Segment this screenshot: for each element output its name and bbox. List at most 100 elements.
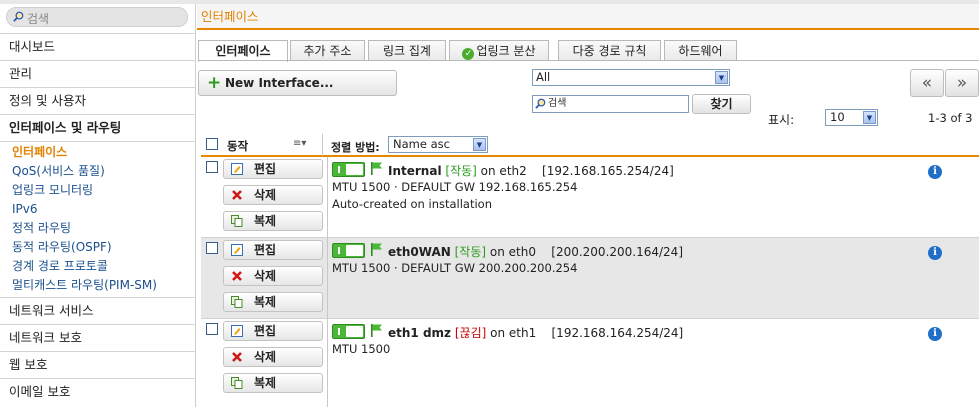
clone-icon [231,377,243,389]
filter-value: All [536,70,551,84]
interface-toggle[interactable] [332,324,365,339]
edit-button[interactable]: 편집 [223,321,323,341]
search-icon [535,98,546,109]
table-header: 동작 ≡▾ 정렬 방법: Name asc ▼ [201,134,979,157]
interface-status: [작동] [445,164,477,178]
sidebar-search-input[interactable]: 검색 [6,7,188,27]
interface-summary: eth0WAN [작동] on eth0 [200.200.200.164/24… [388,243,683,260]
row-checkbox[interactable] [206,242,218,254]
tab-multipath-rules[interactable]: 다중 경로 규칙 [558,40,661,61]
sidebar-item-network-protection[interactable]: 네트워크 보호 [0,324,196,351]
tab-link-aggregation[interactable]: 링크 집계 [368,40,446,61]
delete-button[interactable]: 삭제 [223,185,323,205]
show-label: 표시: [768,113,795,127]
interface-port: on eth2 [480,164,527,178]
sidebar-subitem-multicast[interactable]: 멀티캐스트 라우팅(PIM-SM) [12,276,196,295]
clone-label: 복제 [254,295,277,309]
clone-button[interactable]: 복제 [223,373,323,393]
clone-icon [231,296,243,308]
delete-icon [232,190,242,200]
flag-icon [371,243,382,256]
interface-address: [192.168.165.254/24] [542,164,674,178]
edit-button[interactable]: 편집 [223,159,323,179]
column-divider [327,157,328,238]
edit-label: 편집 [254,243,277,257]
info-icon[interactable]: i [928,327,942,341]
interface-name[interactable]: eth1 dmz [388,326,451,340]
sidebar-item-management[interactable]: 관리 [0,60,196,87]
filter-select[interactable]: All ▼ [532,69,730,86]
page-size-select[interactable]: 10 ▼ [825,109,878,126]
clone-button[interactable]: 복제 [223,211,323,231]
edit-icon [231,244,243,256]
interface-address: [192.168.164.254/24] [551,326,684,340]
info-icon[interactable]: i [928,246,942,260]
tab-uplink-balancing-label: 업링크 분산 [476,44,536,58]
tab-interfaces[interactable]: 인터페이스 [198,40,288,62]
table-row: 편집 삭제 복제 eth1 dmz [끊김] on eth1 [192.168.… [201,319,979,407]
interface-summary: Internal [작동] on eth2 [192.168.165.254/2… [388,162,674,179]
interface-port: on eth1 [490,326,537,340]
interface-address: [200.200.200.164/24] [551,245,684,259]
interface-toggle[interactable] [332,162,365,177]
sidebar-subitem-uplink-monitoring[interactable]: 업링크 모니터링 [12,181,196,200]
sidebar-item-dashboard[interactable]: 대시보드 [0,33,196,60]
sidebar-item-network-services[interactable]: 네트워크 서비스 [0,297,196,324]
sidebar-subitem-static-routing[interactable]: 정적 라우팅 [12,219,196,238]
new-interface-button[interactable]: + New Interface... [198,70,397,96]
sidebar-item-web-protection[interactable]: 웹 보호 [0,351,196,378]
delete-button[interactable]: 삭제 [223,266,323,286]
clone-label: 복제 [254,376,277,390]
prev-page-button[interactable]: « [910,69,944,97]
chevron-down-icon: ▼ [863,111,876,124]
chevron-down-icon: ▼ [473,138,486,151]
interface-port: on eth0 [489,245,536,259]
chevron-down-icon: ▼ [715,71,728,84]
clone-button[interactable]: 복제 [223,292,323,312]
page-title: 인터페이스 [197,4,979,30]
sort-select[interactable]: Name asc ▼ [388,136,488,153]
edit-label: 편집 [254,162,277,176]
result-count: 1-3 of 3 [928,111,973,125]
interface-name[interactable]: Internal [388,164,442,178]
sidebar-subitem-interfaces[interactable]: 인터페이스 [12,143,196,162]
table-row: 편집 삭제 복제 eth0WAN [작동] on eth0 [200.200.2… [201,238,979,319]
info-icon[interactable]: i [928,165,942,179]
tab-additional-addresses[interactable]: 추가 주소 [290,40,365,61]
check-icon: ✓ [462,48,475,60]
list-search-input[interactable]: 검색 [532,95,689,113]
delete-label: 삭제 [254,350,277,364]
interface-summary: eth1 dmz [끊김] on eth1 [192.168.164.254/2… [388,324,683,341]
column-divider [322,134,323,156]
flag-icon [371,162,382,175]
interface-toggle[interactable] [332,243,365,258]
delete-label: 삭제 [254,269,277,283]
sidebar-item-email-protection[interactable]: 이메일 보호 [0,378,196,405]
sidebar-item-definitions-users[interactable]: 정의 및 사용자 [0,87,196,114]
column-menu-icon[interactable]: ≡▾ [293,138,306,149]
tab-hardware[interactable]: 하드웨어 [664,40,737,61]
row-checkbox[interactable] [206,161,218,173]
sidebar-subitem-bgp[interactable]: 경계 경로 프로토콜 [12,257,196,276]
find-button[interactable]: 찾기 [692,94,751,114]
interface-status: [작동] [454,245,487,259]
row-checkbox[interactable] [206,323,218,335]
edit-icon [231,325,243,337]
interface-name[interactable]: eth0WAN [388,245,451,259]
clone-label: 복제 [254,214,277,228]
select-all-checkbox[interactable] [206,138,218,150]
delete-button[interactable]: 삭제 [223,347,323,367]
edit-button[interactable]: 편집 [223,240,323,260]
sidebar-submenu: 인터페이스 QoS(서비스 품질) 업링크 모니터링 IPv6 정적 라우팅 동… [0,141,196,297]
table-row: 편집 삭제 복제 Internal [작동] on eth2 [192.168.… [201,157,979,238]
edit-label: 편집 [254,324,277,338]
tab-uplink-balancing[interactable]: ✓ 업링크 분산 [449,40,549,61]
next-page-button[interactable]: » [945,69,979,97]
sidebar-subitem-ipv6[interactable]: IPv6 [12,200,196,219]
list-search-placeholder: 검색 [548,98,567,109]
sidebar-item-interfaces-routing[interactable]: 인터페이스 및 라우팅 [0,114,196,141]
sidebar-subitem-qos[interactable]: QoS(서비스 품질) [12,162,196,181]
sidebar-subitem-ospf[interactable]: 동적 라우팅(OSPF) [12,238,196,257]
search-placeholder: 검색 [27,12,50,26]
interface-detail: MTU 1500 [332,342,391,356]
